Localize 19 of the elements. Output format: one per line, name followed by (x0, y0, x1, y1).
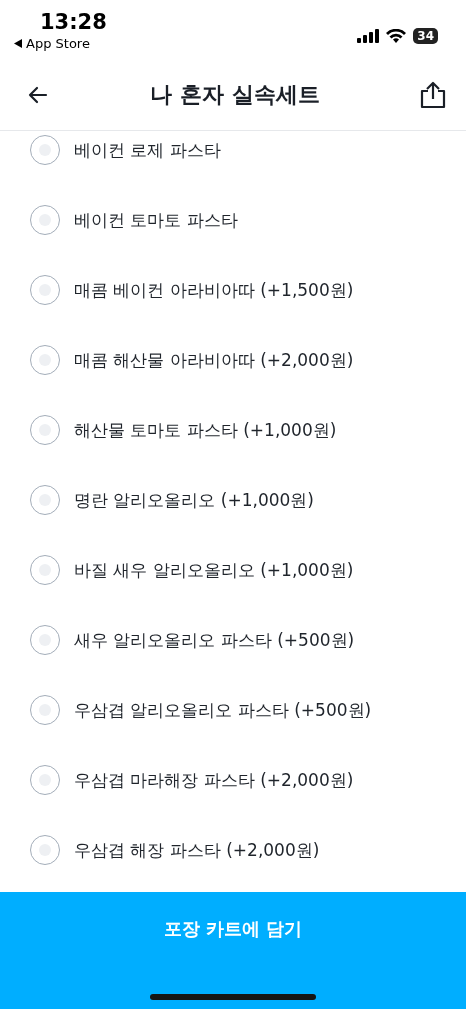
option-label: 매콤 베이컨 아라비아따 (+1,500원) (74, 278, 354, 302)
option-label: 우삼겹 마라해장 파스타 (+2,000원) (74, 768, 354, 792)
option-label: 해산물 토마토 파스타 (+1,000원) (74, 418, 337, 442)
option-label: 베이컨 로제 파스타 (74, 138, 221, 162)
back-triangle-icon (14, 39, 22, 48)
option-label: 우삼겹 알리오올리오 파스타 (+500원) (74, 698, 372, 722)
back-to-app-link[interactable]: App Store (26, 36, 90, 51)
option-label: 바질 새우 알리오올리오 (+1,000원) (74, 558, 354, 582)
option-label: 베이컨 토마토 파스타 (74, 208, 238, 232)
page-title: 나 혼자 실속세트 (150, 81, 320, 109)
wifi-icon (386, 29, 407, 43)
option-label: 새우 알리오올리오 파스타 (+500원) (74, 628, 355, 652)
option-label: 우삼겹 해장 파스타 (+2,000원) (74, 838, 320, 862)
status-time: 13:28 (40, 10, 107, 34)
share-button[interactable] (420, 81, 446, 109)
option-label: 매콤 해산물 아라비아따 (+2,000원) (74, 348, 354, 372)
battery-level: 34 (413, 28, 438, 44)
option-label: 명란 알리오올리오 (+1,000원) (74, 488, 314, 512)
signal-icon (357, 29, 380, 43)
